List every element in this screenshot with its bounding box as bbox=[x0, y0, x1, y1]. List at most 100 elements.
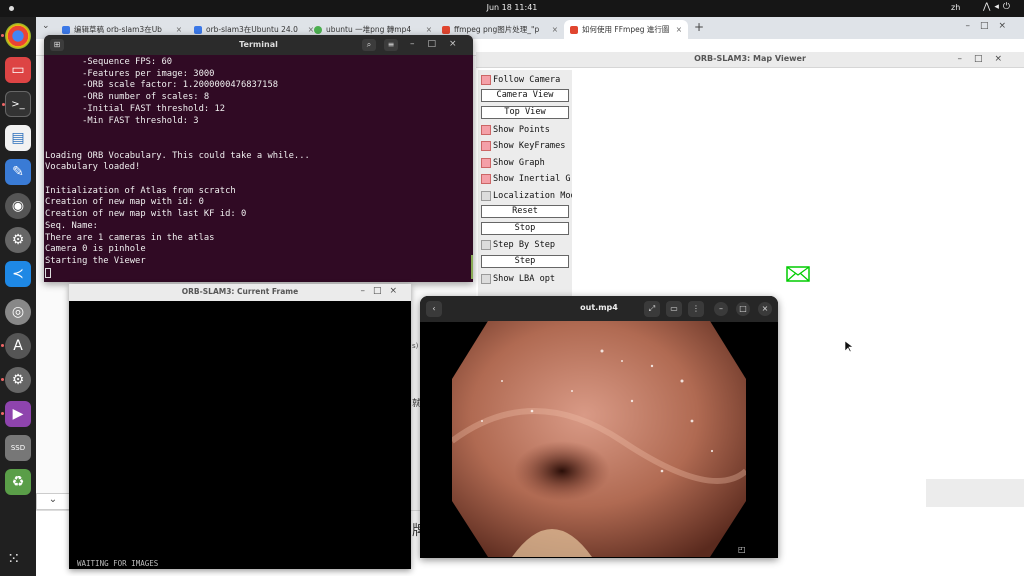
more-options-icon[interactable]: ⋮ bbox=[688, 301, 704, 317]
show-points-checkbox[interactable]: Show Points bbox=[481, 123, 550, 136]
checkbox-label: Follow Camera bbox=[493, 74, 561, 85]
terminal-line: Vocabulary loaded! bbox=[45, 162, 141, 173]
media-player-icon[interactable]: ▶ bbox=[1, 401, 31, 427]
chrome-icon[interactable] bbox=[1, 23, 31, 49]
terminal-scrollbar[interactable] bbox=[471, 255, 473, 279]
endoscopy-video-frame bbox=[452, 321, 746, 557]
terminal-line: There are 1 cameras in the atlas bbox=[45, 232, 215, 243]
minimize-icon[interactable]: – bbox=[714, 302, 728, 316]
browser-tab-active[interactable]: 如何使用 FFmpeg 進行圖 × bbox=[564, 20, 688, 39]
localization-mode-checkbox[interactable]: Localization Mode bbox=[481, 189, 581, 202]
current-camera-marker bbox=[786, 266, 810, 282]
resize-grip-icon[interactable]: ◰ bbox=[738, 545, 746, 554]
camera-view-button[interactable]: Camera View bbox=[481, 89, 569, 102]
checkbox-box[interactable] bbox=[481, 124, 491, 135]
trash-icon[interactable]: ♻ bbox=[5, 469, 31, 495]
input-language[interactable]: zh bbox=[951, 3, 960, 12]
window-controls[interactable]: –□× bbox=[410, 39, 470, 49]
settings-gear-icon[interactable]: ⚙ bbox=[5, 227, 31, 253]
window-controls[interactable]: –□× bbox=[965, 21, 1016, 31]
vscode-icon[interactable]: ≺ bbox=[5, 261, 31, 287]
software-icon[interactable]: A bbox=[1, 333, 31, 359]
checkbox-label: Show Graph bbox=[493, 157, 545, 168]
tab-label: 如何使用 FFmpeg 進行圖 bbox=[582, 25, 670, 34]
dock: ▭ >_ ▤ ✎ ◉ ⚙ ≺ ◎ A ⚙ ▶ SSD ♻ ⁙ bbox=[0, 17, 36, 576]
terminal-line: -Min FAST threshold: 3 bbox=[45, 115, 199, 126]
new-tab-button[interactable]: + bbox=[694, 20, 704, 34]
menu-icon[interactable]: ≡ bbox=[384, 39, 398, 51]
show-lba-opt-checkbox[interactable]: Show LBA opt bbox=[481, 272, 555, 285]
terminal-cursor-line bbox=[45, 267, 472, 279]
step-by-step-checkbox[interactable]: Step By Step bbox=[481, 238, 555, 251]
tab-favicon bbox=[442, 25, 450, 34]
page-text-fragment: s) bbox=[412, 342, 419, 350]
checkbox-box[interactable] bbox=[481, 273, 491, 284]
terminal-icon[interactable]: >_ bbox=[2, 91, 31, 117]
checkbox-label: Show Points bbox=[493, 124, 550, 135]
tab-favicon bbox=[62, 25, 70, 34]
top-view-button[interactable]: Top View bbox=[481, 106, 569, 119]
tab-label: orb-slam3在Ubuntu 24.0 bbox=[206, 25, 298, 34]
close-icon[interactable]: × bbox=[676, 25, 688, 34]
checkbox-label: Show LBA opt bbox=[493, 273, 556, 284]
checkbox-box[interactable] bbox=[481, 239, 491, 250]
current-frame-titlebar[interactable]: ORB-SLAM3: Current Frame –□× bbox=[69, 284, 411, 301]
checkbox-label: Show KeyFrames bbox=[493, 140, 566, 151]
tab-label: ffmpeg png图片处理_"p bbox=[454, 25, 540, 34]
mouse-cursor-icon bbox=[845, 341, 853, 353]
terminal-line: Initialization of Atlas from scratch bbox=[45, 185, 236, 196]
video-player-titlebar[interactable]: ‹ out.mp4 ⤢ ▭ ⋮ – □ × bbox=[420, 296, 778, 322]
show-apps-icon[interactable]: ⁙ bbox=[7, 549, 20, 568]
power-icon[interactable]: ⏻ bbox=[1003, 2, 1014, 12]
terminal-line: Creation of new map with last KF id: 0 bbox=[45, 209, 247, 220]
checkbox-box[interactable] bbox=[481, 173, 491, 184]
map-viewer-title: ORB-SLAM3: Map Viewer bbox=[694, 54, 806, 63]
disk-icon[interactable]: ◎ bbox=[5, 299, 31, 325]
checkbox-box[interactable] bbox=[481, 74, 491, 85]
text-editor-icon[interactable]: ✎ bbox=[5, 159, 31, 185]
settings-icon[interactable]: ⚙ bbox=[1, 367, 31, 393]
window-controls[interactable]: –□× bbox=[957, 54, 1014, 64]
step-button[interactable]: Step bbox=[481, 255, 569, 268]
checkbox-box[interactable] bbox=[481, 157, 491, 168]
checkbox-box[interactable] bbox=[481, 140, 491, 151]
terminal-line: Loading ORB Vocabulary. This could take … bbox=[45, 150, 310, 161]
close-icon[interactable]: × bbox=[176, 25, 188, 34]
terminal-output[interactable]: -Sequence FPS: 60 -Features per image: 3… bbox=[45, 57, 472, 279]
clock[interactable]: Jun 18 11:41 bbox=[0, 3, 1024, 12]
files-icon[interactable]: ▭ bbox=[5, 57, 31, 83]
maximize-icon[interactable]: □ bbox=[736, 302, 750, 316]
close-icon[interactable]: × bbox=[552, 25, 564, 34]
window-controls[interactable]: –□× bbox=[360, 286, 405, 296]
terminal-line: -ORB scale factor: 1.2000000476837158 bbox=[45, 80, 279, 91]
checkbox-box[interactable] bbox=[481, 190, 491, 201]
terminal-line: Starting the Viewer bbox=[45, 255, 146, 266]
fullscreen-icon[interactable]: ⤢ bbox=[644, 301, 660, 317]
reset-button[interactable]: Reset bbox=[481, 205, 569, 218]
map-viewer-titlebar[interactable]: ORB-SLAM3: Map Viewer –□× bbox=[476, 52, 1024, 68]
scroll-down-button[interactable]: ⌄ bbox=[36, 493, 70, 510]
tab-search-icon[interactable]: ⌄ bbox=[42, 21, 50, 31]
tab-label: ubuntu 一堆png 轉mp4 bbox=[326, 25, 412, 34]
follow-camera-checkbox[interactable]: Follow Camera bbox=[481, 73, 560, 86]
network-icon[interactable]: ⋀ bbox=[983, 2, 994, 12]
ssd-icon[interactable]: SSD bbox=[5, 435, 31, 461]
subtitles-icon[interactable]: ▭ bbox=[666, 301, 682, 317]
system-tray[interactable]: ⋀◂⏻ bbox=[983, 2, 1014, 12]
eye-app-icon[interactable]: ◉ bbox=[5, 193, 31, 219]
search-icon[interactable]: ⌕ bbox=[362, 39, 376, 51]
show-graph-checkbox[interactable]: Show Graph bbox=[481, 156, 545, 169]
libreoffice-icon[interactable]: ▤ bbox=[5, 125, 31, 151]
tab-label: 编辑草稿 orb-slam3在Ub bbox=[74, 25, 162, 34]
volume-icon[interactable]: ◂ bbox=[994, 2, 1003, 12]
terminal-line: -Initial FAST threshold: 12 bbox=[45, 103, 226, 114]
frame-status-text: WAITING FOR IMAGES bbox=[77, 559, 159, 568]
terminal-titlebar[interactable]: ⊞ Terminal ⌕ ≡ –□× bbox=[44, 35, 473, 55]
stop-button[interactable]: Stop bbox=[481, 222, 569, 235]
show-keyframes-checkbox[interactable]: Show KeyFrames bbox=[481, 139, 565, 152]
terminal-line: -Features per image: 3000 bbox=[45, 68, 215, 79]
close-icon[interactable]: × bbox=[758, 302, 772, 316]
